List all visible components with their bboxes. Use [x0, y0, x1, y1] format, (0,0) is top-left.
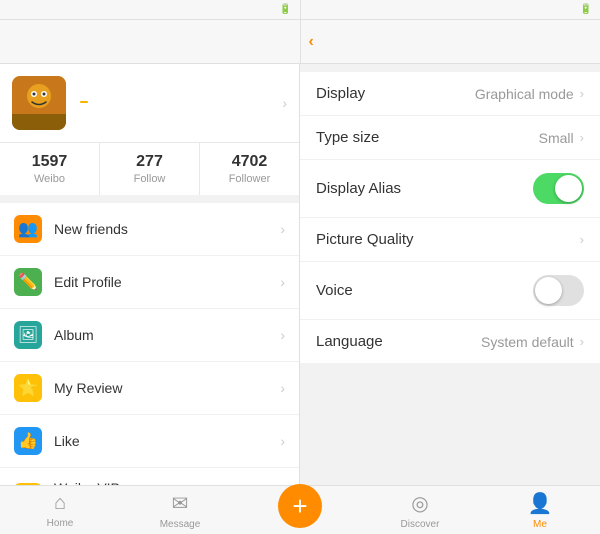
nav-bars: ‹	[0, 20, 600, 64]
avatar-image	[12, 76, 66, 130]
right-panel: Display Graphical mode› Type size Small›…	[300, 64, 600, 485]
settings-group-1: Display Graphical mode› Type size Small›…	[300, 72, 600, 363]
settings-item-display[interactable]: Display Graphical mode›	[300, 72, 600, 116]
plus-button[interactable]: +	[278, 484, 322, 528]
follower-label: Follower	[200, 173, 299, 185]
tab-plus[interactable]: +	[240, 486, 360, 534]
follow-label: Follow	[100, 173, 199, 185]
tab-bar: ⌂ Home ✉ Message + ◎ Discover 👤 Me	[0, 485, 600, 534]
language-value: System default›	[481, 334, 584, 350]
menu-item-weibo-vip[interactable]: 👑 Weibo VIP 卡片背景 ›	[0, 468, 299, 485]
vip-badge	[80, 101, 88, 103]
main-content: › 1597 Weibo 277 Follow 4702 Follower 👥 …	[0, 64, 600, 485]
display-alias-toggle[interactable]	[533, 173, 584, 204]
menu-item-edit-profile[interactable]: ✏️ Edit Profile ›	[0, 256, 299, 309]
my-review-icon: ⭐	[14, 374, 42, 402]
follower-count: 4702	[200, 153, 299, 171]
left-status-bar: 🔋	[0, 0, 301, 19]
type-size-value: Small›	[539, 130, 584, 146]
album-icon: 🖼	[14, 321, 42, 349]
display-arrow-icon: ›	[580, 86, 584, 101]
voice-toggle[interactable]	[533, 275, 584, 306]
left-status-icons: 🔋	[276, 4, 291, 15]
voice-label: Voice	[316, 282, 353, 299]
avatar	[12, 76, 66, 130]
status-bars: 🔋 🔋	[0, 0, 600, 20]
language-arrow-icon: ›	[580, 334, 584, 349]
right-status-bar: 🔋	[301, 0, 600, 19]
weibo-vip-text-wrap: Weibo VIP 卡片背景	[54, 480, 280, 485]
me-tab-icon: 👤	[528, 491, 553, 516]
like-label: Like	[54, 433, 280, 449]
settings-item-picture-quality[interactable]: Picture Quality ›	[300, 218, 600, 262]
picture-quality-label: Picture Quality	[316, 231, 414, 248]
settings-item-language[interactable]: Language System default›	[300, 320, 600, 363]
display-value: Graphical mode›	[475, 86, 584, 102]
new-friends-text-wrap: New friends	[54, 221, 280, 237]
edit-profile-icon: ✏️	[14, 268, 42, 296]
weibo-vip-icon: 👑	[14, 483, 42, 486]
stat-follower: 4702 Follower	[199, 143, 299, 195]
chevron-left-icon: ‹	[309, 33, 314, 51]
weibo-vip-label: Weibo VIP	[54, 480, 280, 485]
stat-weibo: 1597 Weibo	[0, 143, 99, 195]
settings-item-display-alias[interactable]: Display Alias	[300, 160, 600, 218]
new-friends-arrow-icon: ›	[280, 221, 285, 237]
like-text-wrap: Like	[54, 433, 280, 449]
edit-profile-arrow-icon: ›	[280, 274, 285, 290]
type-size-label: Type size	[316, 129, 379, 146]
album-arrow-icon: ›	[280, 327, 285, 343]
like-arrow-icon: ›	[280, 433, 285, 449]
display-label: Display	[316, 85, 365, 102]
tab-message[interactable]: ✉ Message	[120, 486, 240, 534]
profile-info	[76, 101, 272, 105]
menu-item-new-friends[interactable]: 👥 New friends ›	[0, 203, 299, 256]
display-alias-label: Display Alias	[316, 180, 401, 197]
me-tab-label: Me	[533, 519, 547, 530]
tab-me[interactable]: 👤 Me	[480, 486, 600, 534]
profile-name	[76, 101, 272, 103]
home-tab-icon: ⌂	[54, 492, 66, 515]
back-button[interactable]: ‹	[309, 33, 314, 51]
new-friends-label: New friends	[54, 221, 280, 237]
stats-section: 1597 Weibo 277 Follow 4702 Follower	[0, 143, 299, 203]
picture-quality-arrow-icon: ›	[580, 232, 584, 247]
my-review-text-wrap: My Review	[54, 380, 280, 396]
settings-item-voice[interactable]: Voice	[300, 262, 600, 320]
stat-follow: 277 Follow	[99, 143, 199, 195]
tab-home[interactable]: ⌂ Home	[0, 486, 120, 534]
type-size-arrow-icon: ›	[580, 130, 584, 145]
my-review-arrow-icon: ›	[280, 380, 285, 396]
right-status-icons: 🔋	[577, 4, 592, 15]
edit-profile-label: Edit Profile	[54, 274, 280, 290]
left-panel: › 1597 Weibo 277 Follow 4702 Follower 👥 …	[0, 64, 300, 485]
message-tab-icon: ✉	[172, 491, 189, 516]
album-text-wrap: Album	[54, 327, 280, 343]
follow-count: 277	[100, 153, 199, 171]
right-nav-bar: ‹	[301, 20, 600, 63]
discover-tab-label: Discover	[401, 519, 440, 530]
settings-item-type-size[interactable]: Type size Small›	[300, 116, 600, 160]
left-nav-bar	[0, 20, 301, 63]
menu-item-like[interactable]: 👍 Like ›	[0, 415, 299, 468]
weibo-label: Weibo	[0, 173, 99, 185]
edit-profile-text-wrap: Edit Profile	[54, 274, 280, 290]
like-icon: 👍	[14, 427, 42, 455]
discover-tab-icon: ◎	[411, 491, 428, 516]
language-label: Language	[316, 333, 383, 350]
message-tab-label: Message	[160, 519, 201, 530]
tab-discover[interactable]: ◎ Discover	[360, 486, 480, 534]
profile-section[interactable]: ›	[0, 64, 299, 143]
album-label: Album	[54, 327, 280, 343]
weibo-count: 1597	[0, 153, 99, 171]
new-friends-icon: 👥	[14, 215, 42, 243]
menu-item-album[interactable]: 🖼 Album ›	[0, 309, 299, 362]
menu-group-1: 👥 New friends › ✏️ Edit Profile › 🖼 Albu…	[0, 203, 299, 485]
my-review-label: My Review	[54, 380, 280, 396]
menu-item-my-review[interactable]: ⭐ My Review ›	[0, 362, 299, 415]
home-tab-label: Home	[47, 518, 74, 529]
profile-arrow-icon: ›	[282, 95, 287, 111]
